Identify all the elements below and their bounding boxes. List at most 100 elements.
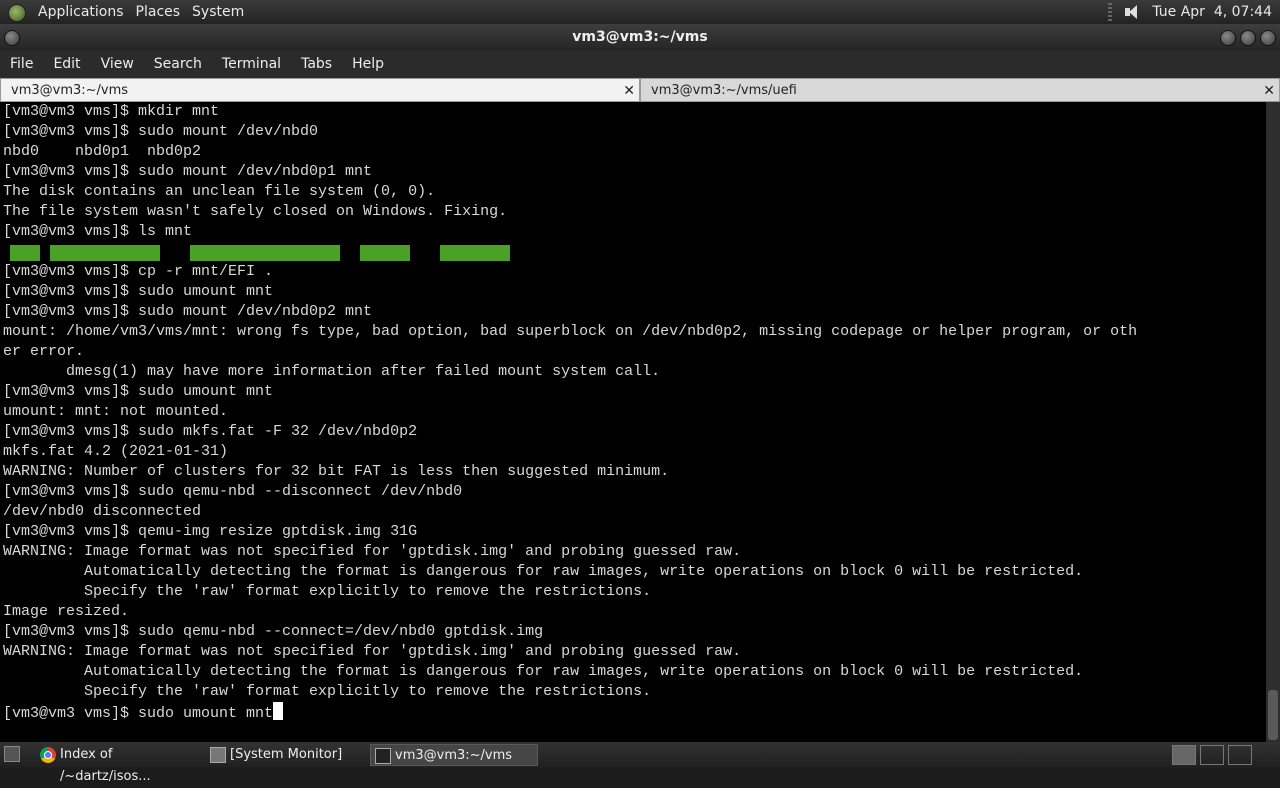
- tab-label: vm3@vm3:~/vms/uefi: [651, 83, 797, 98]
- menu-edit[interactable]: Edit: [43, 56, 90, 72]
- terminal-line: The disk contains an unclean file system…: [0, 182, 1266, 202]
- terminal-line: /dev/nbd0 disconnected: [0, 502, 1266, 522]
- terminal-line: WARNING: Number of clusters for 32 bit F…: [0, 462, 1266, 482]
- panel-tray: Tue Apr 4, 07:44: [1108, 0, 1272, 24]
- terminal-line-text: [vm3@vm3 vms]$ sudo mount /dev/nbd0: [3, 123, 319, 140]
- terminal-line-text: Specify the 'raw' format explicitly to r…: [3, 583, 652, 600]
- menu-tabs[interactable]: Tabs: [291, 56, 342, 72]
- ls-entry-highlight: [440, 245, 510, 261]
- terminal-line-text: The file system wasn't safely closed on …: [3, 203, 508, 220]
- minimize-button[interactable]: [1220, 30, 1236, 46]
- text-cursor: [273, 702, 284, 720]
- terminal-output[interactable]: [vm3@vm3 vms]$ mkdir mnt [vm3@vm3 vms]$ s…: [0, 102, 1266, 742]
- terminal-line: [vm3@vm3 vms]$ sudo mount /dev/nbd0p2 mn…: [0, 302, 1266, 322]
- terminal-line-text: WARNING: Image format was not specified …: [3, 643, 742, 660]
- terminal-line: umount: mnt: not mounted.: [0, 402, 1266, 422]
- tab-uefi[interactable]: vm3@vm3:~/vms/uefi ✕: [640, 78, 1280, 102]
- task-label: Index of /~dartz/isos...: [60, 747, 151, 784]
- workspace-2[interactable]: [1200, 745, 1224, 765]
- terminal-line-text: [vm3@vm3 vms]$ ls mnt: [3, 223, 193, 240]
- ls-entry-highlight: [50, 245, 160, 261]
- panel-menus: Applications Places System: [8, 2, 252, 22]
- window-titlebar[interactable]: vm3@vm3:~/vms: [0, 24, 1280, 50]
- terminal-line: WARNING: Image format was not specified …: [0, 642, 1266, 662]
- terminal-line-text: WARNING: Number of clusters for 32 bit F…: [3, 463, 670, 480]
- system-menu[interactable]: System: [188, 2, 252, 22]
- terminal-line: er error.: [0, 342, 1266, 362]
- applications-menu[interactable]: Applications: [34, 2, 132, 22]
- menu-file[interactable]: File: [0, 56, 43, 72]
- terminal-line-text: Automatically detecting the format is da…: [3, 663, 1084, 680]
- task-system-monitor[interactable]: [System Monitor]: [206, 744, 366, 766]
- ls-entry-highlight: [10, 245, 40, 261]
- terminal-line: Automatically detecting the format is da…: [0, 562, 1266, 582]
- window-menu-icon[interactable]: [4, 30, 20, 46]
- close-button[interactable]: [1260, 30, 1276, 46]
- terminal-line: Image resized.: [0, 602, 1266, 622]
- window-title: vm3@vm3:~/vms: [572, 29, 708, 45]
- terminal-line-text: Image resized.: [3, 603, 130, 620]
- terminal-line-text: Specify the 'raw' format explicitly to r…: [3, 683, 652, 700]
- terminal-line: [vm3@vm3 vms]$ ls mnt: [0, 222, 1266, 242]
- terminal-line-text: mkfs.fat 4.2 (2021-01-31): [3, 443, 229, 460]
- terminal-line-text: [vm3@vm3 vms]$ sudo qemu-nbd --disconnec…: [3, 483, 463, 500]
- workspace-3[interactable]: [1228, 745, 1252, 765]
- terminal-line-text: mount: /home/vm3/vms/mnt: wrong fs type,…: [3, 323, 1138, 340]
- terminal-line: [vm3@vm3 vms]$ sudo qemu-nbd --disconnec…: [0, 482, 1266, 502]
- panel-separator: [1108, 3, 1113, 21]
- places-menu[interactable]: Places: [132, 2, 189, 22]
- terminal-line: [0, 242, 1266, 262]
- terminal-line-text: nbd0 nbd0p1 nbd0p2: [3, 143, 202, 160]
- task-label: vm3@vm3:~/vms: [395, 748, 513, 763]
- top-panel: Applications Places System Tue Apr 4, 07…: [0, 0, 1280, 24]
- terminal-line-text: [vm3@vm3 vms]$ mkdir mnt: [3, 103, 220, 120]
- terminal-line-text: [vm3@vm3 vms]$ sudo mount /dev/nbd0p2 mn…: [3, 303, 373, 320]
- terminal-line: [vm3@vm3 vms]$ sudo mkfs.fat -F 32 /dev/…: [0, 422, 1266, 442]
- menu-terminal[interactable]: Terminal: [212, 56, 291, 72]
- terminal-icon: [375, 748, 391, 764]
- terminal-line: nbd0 nbd0p1 nbd0p2: [0, 142, 1266, 162]
- tab-vms[interactable]: vm3@vm3:~/vms ✕: [0, 78, 640, 102]
- terminal-line: The file system wasn't safely closed on …: [0, 202, 1266, 222]
- tab-bar: vm3@vm3:~/vms ✕ vm3@vm3:~/vms/uefi ✕: [0, 78, 1280, 102]
- task-terminal[interactable]: vm3@vm3:~/vms: [370, 744, 538, 766]
- terminal-line: mkfs.fat 4.2 (2021-01-31): [0, 442, 1266, 462]
- terminal-line-text: Automatically detecting the format is da…: [3, 563, 1084, 580]
- terminal-line: [vm3@vm3 vms]$ sudo qemu-nbd --connect=/…: [0, 622, 1266, 642]
- clock[interactable]: Tue Apr 4, 07:44: [1152, 4, 1272, 20]
- terminal-line: Automatically detecting the format is da…: [0, 662, 1266, 682]
- terminal-line: mount: /home/vm3/vms/mnt: wrong fs type,…: [0, 322, 1266, 342]
- terminal-line: [vm3@vm3 vms]$ sudo umount mnt: [0, 382, 1266, 402]
- terminal-line-text: [vm3@vm3 vms]$ cp -r mnt/EFI .: [3, 263, 274, 280]
- terminal-line: [vm3@vm3 vms]$ sudo mount /dev/nbd0: [0, 122, 1266, 142]
- terminal-scrollbar[interactable]: [1266, 102, 1280, 742]
- menubar: File Edit View Search Terminal Tabs Help: [0, 50, 1280, 78]
- terminal-line-text: [vm3@vm3 vms]$ sudo umount mnt: [3, 705, 274, 722]
- show-desktop-icon[interactable]: [4, 746, 20, 762]
- terminal-line-text: [vm3@vm3 vms]$ sudo qemu-nbd --connect=/…: [3, 623, 544, 640]
- terminal-line-text: /dev/nbd0 disconnected: [3, 503, 202, 520]
- terminal-line-text: umount: mnt: not mounted.: [3, 403, 229, 420]
- tab-close-icon[interactable]: ✕: [1263, 79, 1275, 103]
- maximize-button[interactable]: [1240, 30, 1256, 46]
- taskbar: Index of /~dartz/isos... [System Monitor…: [0, 742, 1280, 784]
- volume-icon[interactable]: [1122, 2, 1142, 22]
- menu-search[interactable]: Search: [144, 56, 212, 72]
- task-label: [System Monitor]: [230, 747, 343, 762]
- terminal-line: Specify the 'raw' format explicitly to r…: [0, 582, 1266, 602]
- terminal-line: [vm3@vm3 vms]$ sudo mount /dev/nbd0p1 mn…: [0, 162, 1266, 182]
- task-browser[interactable]: Index of /~dartz/isos...: [36, 744, 206, 784]
- tab-close-icon[interactable]: ✕: [623, 79, 635, 103]
- scrollbar-thumb[interactable]: [1268, 690, 1278, 740]
- ls-entry-highlight: [190, 245, 340, 261]
- terminal-line: WARNING: Image format was not specified …: [0, 542, 1266, 562]
- distro-logo-icon[interactable]: [8, 4, 26, 22]
- menu-help[interactable]: Help: [342, 56, 394, 72]
- terminal-line: Specify the 'raw' format explicitly to r…: [0, 682, 1266, 702]
- terminal-line-text: [vm3@vm3 vms]$ sudo umount mnt: [3, 383, 274, 400]
- system-monitor-icon: [210, 747, 226, 763]
- terminal-line: [vm3@vm3 vms]$ sudo umount mnt: [0, 282, 1266, 302]
- workspace-1[interactable]: [1172, 745, 1196, 765]
- menu-view[interactable]: View: [91, 56, 144, 72]
- terminal-line: dmesg(1) may have more information after…: [0, 362, 1266, 382]
